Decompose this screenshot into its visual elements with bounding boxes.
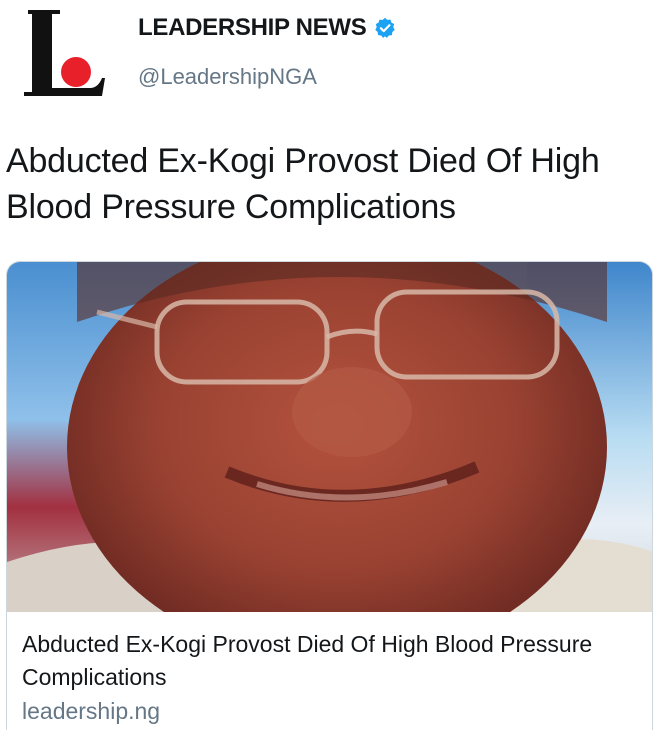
link-card[interactable]: Abducted Ex-Kogi Provost Died Of High Bl… <box>6 261 653 730</box>
verified-badge-icon <box>374 17 396 39</box>
leadership-logo-icon[interactable] <box>20 8 106 100</box>
tweet-text: Abducted Ex-Kogi Provost Died Of High Bl… <box>6 142 600 226</box>
card-image[interactable] <box>7 262 652 612</box>
card-title[interactable]: Abducted Ex-Kogi Provost Died Of High Bl… <box>22 628 642 694</box>
author-name[interactable]: LEADERSHIP NEWS <box>138 14 367 42</box>
author-handle[interactable]: @LeadershipNGA <box>138 64 317 90</box>
author-name-row[interactable]: LEADERSHIP NEWS <box>138 14 396 42</box>
tweet[interactable]: LEADERSHIP NEWS @LeadershipNGA Abducted … <box>0 0 655 730</box>
card-domain[interactable]: leadership.ng <box>22 698 160 725</box>
